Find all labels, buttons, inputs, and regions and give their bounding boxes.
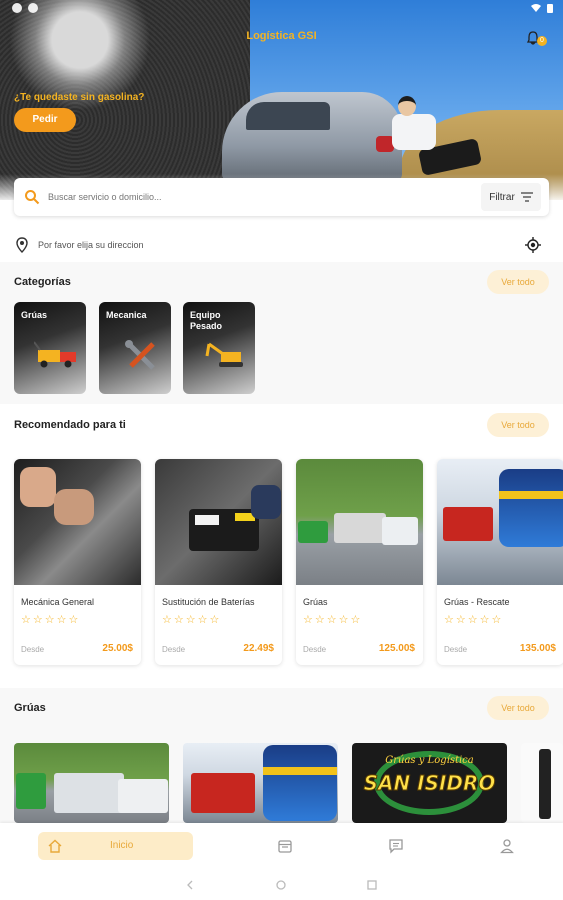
recommended-see-all-button[interactable]: Ver todo bbox=[487, 413, 549, 437]
tow-truck-icon bbox=[34, 341, 76, 368]
filter-label: Filtrar bbox=[489, 191, 515, 203]
logo-line1: Grúas y Logística bbox=[385, 755, 474, 766]
status-icon bbox=[28, 3, 38, 13]
rating-stars: ☆☆☆☆☆ bbox=[162, 614, 222, 626]
calendar-icon[interactable] bbox=[277, 838, 293, 854]
rating-stars: ☆☆☆☆☆ bbox=[444, 614, 504, 626]
hero-person-image bbox=[392, 96, 483, 176]
home-circle-icon[interactable] bbox=[276, 880, 286, 890]
home-icon bbox=[48, 839, 62, 853]
location-row[interactable]: Por favor elija su direccion bbox=[14, 236, 549, 254]
gruas-image-tile[interactable] bbox=[183, 743, 338, 823]
recents-icon[interactable] bbox=[367, 880, 377, 890]
gruas-see-all-button[interactable]: Ver todo bbox=[487, 696, 549, 720]
price-from-label: Desde bbox=[162, 645, 186, 654]
gruas-image-tile[interactable] bbox=[14, 743, 169, 823]
my-location-icon[interactable] bbox=[525, 237, 541, 253]
service-name: Grúas bbox=[303, 597, 328, 607]
recommended-title: Recomendado para ti bbox=[14, 419, 126, 431]
nav-home-tab[interactable]: Inicio bbox=[38, 832, 193, 860]
notification-badge: 0 bbox=[537, 36, 547, 46]
service-name: Grúas - Rescate bbox=[444, 597, 510, 607]
service-price: 25.00$ bbox=[102, 643, 133, 654]
rating-stars: ☆☆☆☆☆ bbox=[21, 614, 81, 626]
filter-button[interactable]: Filtrar bbox=[481, 183, 541, 211]
bottom-nav: Inicio bbox=[0, 823, 563, 868]
service-image bbox=[155, 459, 282, 585]
tools-icon bbox=[125, 340, 155, 370]
gruas-title: Grúas bbox=[14, 702, 46, 714]
service-card[interactable]: Sustitución de Baterías ☆☆☆☆☆ Desde 22.4… bbox=[155, 459, 282, 665]
location-pin-icon bbox=[16, 237, 28, 253]
service-price: 135.00$ bbox=[519, 643, 556, 654]
wifi-icon bbox=[531, 4, 541, 12]
service-name: Mecánica General bbox=[21, 597, 95, 607]
service-card[interactable]: Mecánica General ☆☆☆☆☆ Desde 25.00$ bbox=[14, 459, 141, 665]
logo-line2: SAN ISIDRO bbox=[363, 771, 496, 796]
price-from-label: Desde bbox=[303, 645, 327, 654]
rating-stars: ☆☆☆☆☆ bbox=[303, 614, 363, 626]
category-mecanica[interactable]: Mecanica bbox=[99, 302, 171, 394]
service-name: Sustitución de Baterías bbox=[162, 597, 255, 607]
chat-icon[interactable] bbox=[388, 838, 404, 854]
filter-icon bbox=[520, 192, 533, 202]
category-label: Mecanica bbox=[106, 310, 147, 320]
service-card[interactable]: Grúas - Rescate ☆☆☆☆☆ Desde 135.00$ bbox=[437, 459, 563, 665]
back-icon[interactable] bbox=[185, 880, 195, 890]
location-text: Por favor elija su direccion bbox=[38, 240, 144, 250]
status-bar bbox=[0, 0, 563, 18]
order-button[interactable]: Pedir bbox=[14, 108, 76, 132]
gruas-image-tile[interactable] bbox=[521, 743, 563, 823]
notifications-button[interactable]: 0 bbox=[525, 30, 547, 48]
hero-question: ¿Te quedaste sin gasolina? bbox=[14, 92, 145, 103]
categories-see-all-button[interactable]: Ver todo bbox=[487, 270, 549, 294]
excavator-icon bbox=[205, 342, 243, 367]
status-icon bbox=[12, 3, 22, 13]
service-price: 22.49$ bbox=[243, 643, 274, 654]
category-equipo-pesado[interactable]: Equipo Pesado bbox=[183, 302, 255, 394]
category-label: Grúas bbox=[21, 310, 48, 320]
gruas-logo-tile[interactable]: Grúas y Logística SAN ISIDRO bbox=[352, 743, 507, 823]
service-card[interactable]: Grúas ☆☆☆☆☆ Desde 125.00$ bbox=[296, 459, 423, 665]
profile-icon[interactable] bbox=[499, 838, 515, 854]
price-from-label: Desde bbox=[21, 645, 45, 654]
service-price: 125.00$ bbox=[378, 643, 415, 654]
battery-icon bbox=[547, 4, 553, 13]
search-input[interactable] bbox=[48, 188, 468, 206]
service-image bbox=[437, 459, 563, 585]
search-icon bbox=[25, 190, 40, 205]
price-from-label: Desde bbox=[444, 645, 468, 654]
service-image bbox=[296, 459, 423, 585]
nav-home-label: Inicio bbox=[110, 840, 134, 851]
category-gruas[interactable]: Grúas bbox=[14, 302, 86, 394]
app-title: Logística GSI bbox=[246, 30, 317, 42]
search-bar: Filtrar bbox=[14, 178, 549, 216]
system-nav-bar bbox=[0, 868, 563, 900]
hero-car-image bbox=[222, 92, 402, 182]
category-label: Equipo Pesado bbox=[190, 310, 223, 331]
categories-title: Categorías bbox=[14, 276, 71, 288]
service-image bbox=[14, 459, 141, 585]
